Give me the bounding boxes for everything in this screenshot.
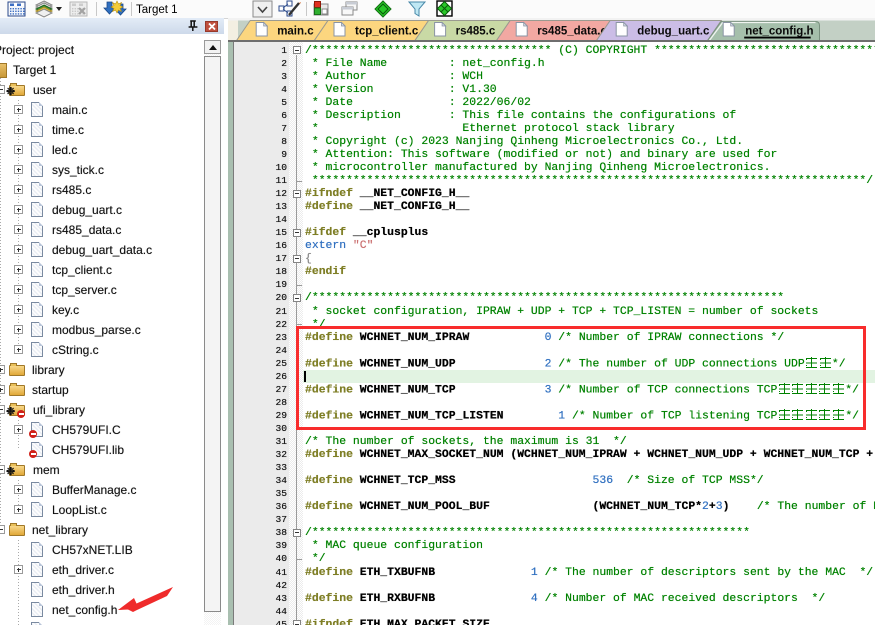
- svg-text:rs485.c: rs485.c: [456, 26, 496, 38]
- svg-text:net_config.h: net_config.h: [745, 26, 813, 38]
- svg-text:main.c: main.c: [277, 26, 314, 38]
- svg-text:debug_uart.c: debug_uart.c: [637, 26, 710, 38]
- svg-text:rs485_data.c: rs485_data.c: [537, 26, 607, 38]
- svg-text:tcp_client.c: tcp_client.c: [355, 26, 419, 38]
- svg-text:Target 1: Target 1: [136, 4, 178, 16]
